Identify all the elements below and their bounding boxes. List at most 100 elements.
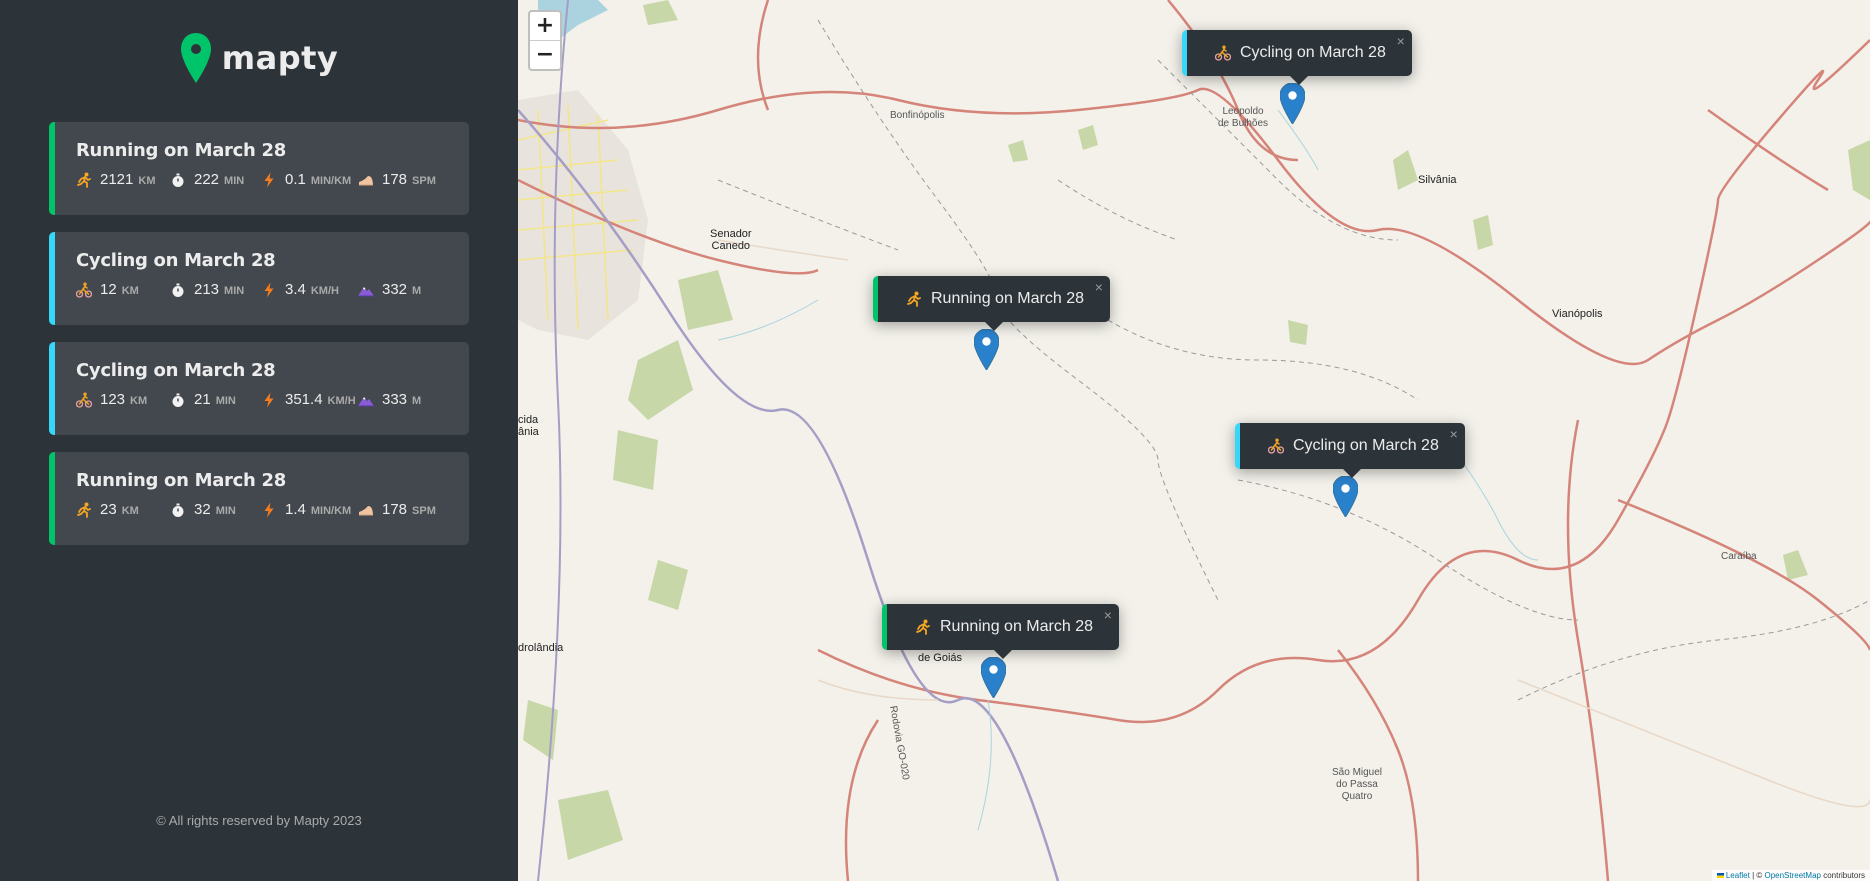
place-label-vianopolis: Vianópolis (1552, 308, 1603, 320)
zoom-out-button[interactable]: − (530, 40, 560, 69)
workout-title: Running on March 28 (76, 140, 286, 161)
map-marker-icon[interactable] (1332, 475, 1359, 518)
popup-label: Cycling on March 28 (1240, 44, 1386, 61)
zoom-in-button[interactable]: + (530, 12, 560, 40)
map[interactable]: Bonfinópolis Leopoldo de Bulhões Silvâni… (518, 0, 1870, 881)
map-marker-icon[interactable] (973, 328, 1000, 371)
place-label-aparecida: cida ânia (518, 414, 539, 438)
duration-value: 21 (194, 391, 211, 408)
distance-unit: km (130, 395, 148, 407)
zoom-control: + − (528, 10, 562, 71)
workout-item-cycling[interactable]: Cycling on March 28 123 km 21 min 351.4 km/h 33… (49, 342, 469, 435)
cyclist-icon (76, 282, 92, 298)
distance-value: 123 (100, 391, 126, 408)
duration-value: 213 (194, 281, 220, 298)
lightning-icon (261, 172, 277, 188)
map-marker-icon[interactable] (1279, 82, 1306, 125)
leaflet-flag-icon (1716, 873, 1724, 878)
leaflet-link[interactable]: Leaflet (1726, 871, 1750, 880)
workout-duration: 21 min (170, 391, 261, 408)
workout-extra: 178 spm (358, 501, 436, 518)
speed-value: 3.4 (285, 281, 306, 298)
place-label-sao-miguel: São Miguel do Passa Quatro (1332, 767, 1383, 802)
duration-value: 32 (194, 501, 211, 518)
workout-item-running[interactable]: Running on March 28 23 km 32 min 1.4 min/km 178… (49, 452, 469, 545)
duration-unit: min (215, 505, 236, 517)
distance-value: 23 (100, 501, 117, 518)
copyright: © All rights reserved by Mapty 2023 (156, 813, 362, 828)
place-label-leopoldo: Leopoldo de Bulhões (1218, 106, 1269, 129)
cyclist-icon (1268, 438, 1284, 454)
extra-unit: spm (412, 175, 436, 187)
sidebar: mapty Running on March 28 2121 km 222 min 0.1… (0, 0, 518, 881)
workout-item-cycling[interactable]: Cycling on March 28 12 km 213 min 3.4 km/h 332 m (49, 232, 469, 325)
popup-close-button[interactable]: × (1397, 33, 1405, 49)
place-label-caraiba: Caraíba (1721, 551, 1757, 562)
popup-close-button[interactable]: × (1450, 426, 1458, 442)
duration-unit: min (215, 395, 236, 407)
workout-duration: 222 min (170, 171, 261, 188)
workout-details: 123 km 21 min 351.4 km/h 333 m (76, 391, 447, 408)
footprint-icon (358, 502, 374, 518)
speed-value: 0.1 (285, 171, 306, 188)
runner-icon (76, 502, 92, 518)
lightning-icon (261, 392, 277, 408)
extra-unit: spm (412, 505, 436, 517)
workout-details: 2121 km 222 min 0.1 min/km 178 spm (76, 171, 447, 188)
extra-value: 333 (382, 391, 408, 408)
cyclist-icon (76, 392, 92, 408)
workout-popup-running[interactable]: Running on March 28 × (882, 604, 1119, 659)
runner-icon (906, 291, 922, 307)
distance-unit: km (121, 505, 139, 517)
workout-distance: 23 km (76, 501, 170, 518)
popup-label: Running on March 28 (931, 290, 1084, 307)
duration-value: 222 (194, 171, 220, 188)
place-label-hidrolandia: drolândia (518, 642, 564, 654)
mountain-icon (358, 282, 374, 298)
logo-text: mapty (221, 39, 339, 77)
mountain-icon (358, 392, 374, 408)
distance-value: 2121 (100, 171, 134, 188)
workout-title: Running on March 28 (76, 470, 286, 491)
duration-unit: min (224, 175, 245, 187)
workout-popup-running[interactable]: Running on March 28 × (873, 276, 1110, 331)
extra-value: 332 (382, 281, 408, 298)
map-marker-icon[interactable] (980, 656, 1007, 699)
workout-list: Running on March 28 2121 km 222 min 0.1 min/km… (49, 122, 469, 545)
popup-label: Running on March 28 (940, 618, 1093, 635)
speed-unit: min/km (310, 175, 352, 187)
speed-value: 351.4 (285, 391, 323, 408)
workout-distance: 123 km (76, 391, 170, 408)
duration-unit: min (224, 285, 245, 297)
workout-speed: 3.4 km/h (261, 281, 358, 298)
workout-distance: 2121 km (76, 171, 170, 188)
stopwatch-icon (170, 502, 186, 518)
workout-item-running[interactable]: Running on March 28 2121 km 222 min 0.1 min/km… (49, 122, 469, 215)
speed-unit: km/h (327, 395, 356, 407)
extra-value: 178 (382, 171, 408, 188)
distance-unit: km (121, 285, 139, 297)
stopwatch-icon (170, 392, 186, 408)
distance-value: 12 (100, 281, 117, 298)
popup-label: Cycling on March 28 (1293, 437, 1439, 454)
osm-link[interactable]: OpenStreetMap (1764, 871, 1820, 880)
workout-popup-cycling[interactable]: Cycling on March 28 × (1235, 423, 1465, 478)
speed-unit: min/km (310, 505, 352, 517)
attribution-suffix: contributors (1820, 871, 1865, 880)
popup-close-button[interactable]: × (1095, 279, 1103, 295)
workout-duration: 213 min (170, 281, 261, 298)
extra-value: 178 (382, 501, 408, 518)
place-label-bonfinopolis: Bonfinópolis (890, 110, 945, 121)
workout-popup-cycling[interactable]: Cycling on March 28 × (1182, 30, 1412, 85)
map-attribution: Leaflet | © OpenStreetMap contributors (1711, 870, 1870, 881)
workout-title: Cycling on March 28 (76, 250, 276, 271)
workout-extra: 333 m (358, 391, 421, 408)
place-label-de-goias: de Goiás (918, 652, 963, 664)
workout-duration: 32 min (170, 501, 261, 518)
workout-extra: 332 m (358, 281, 421, 298)
map-tiles[interactable] (518, 0, 1870, 881)
workout-extra: 178 spm (358, 171, 436, 188)
runner-icon (915, 619, 931, 635)
popup-close-button[interactable]: × (1104, 607, 1112, 623)
place-label-senador-canedo: Senador Canedo (710, 228, 752, 252)
